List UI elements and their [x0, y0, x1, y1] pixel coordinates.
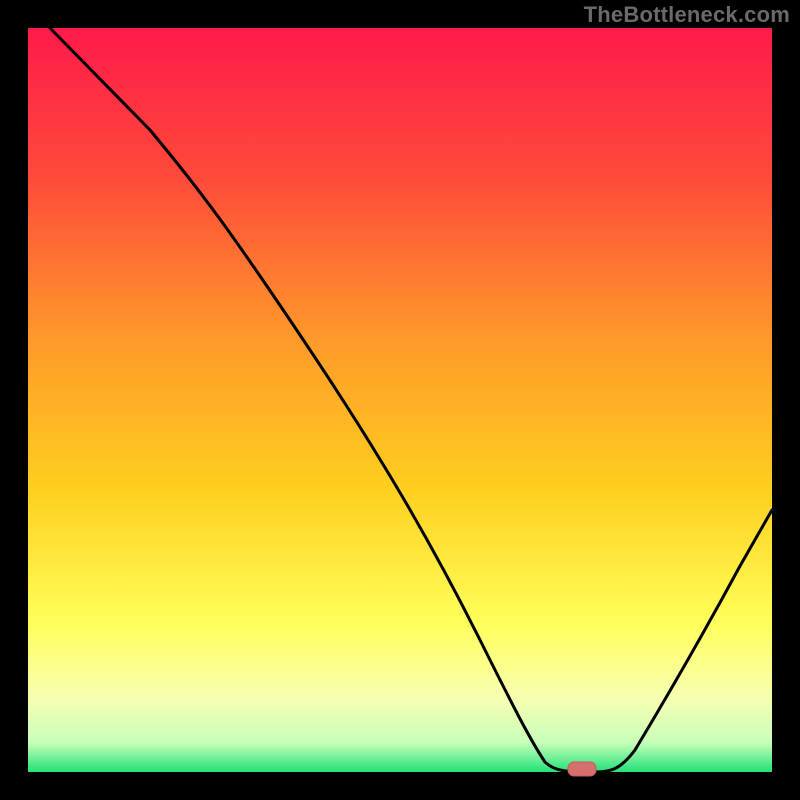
plot-background [28, 28, 772, 772]
chart-svg [0, 0, 800, 800]
chart-container: TheBottleneck.com [0, 0, 800, 800]
watermark-text: TheBottleneck.com [584, 2, 790, 28]
optimal-marker [568, 762, 596, 776]
